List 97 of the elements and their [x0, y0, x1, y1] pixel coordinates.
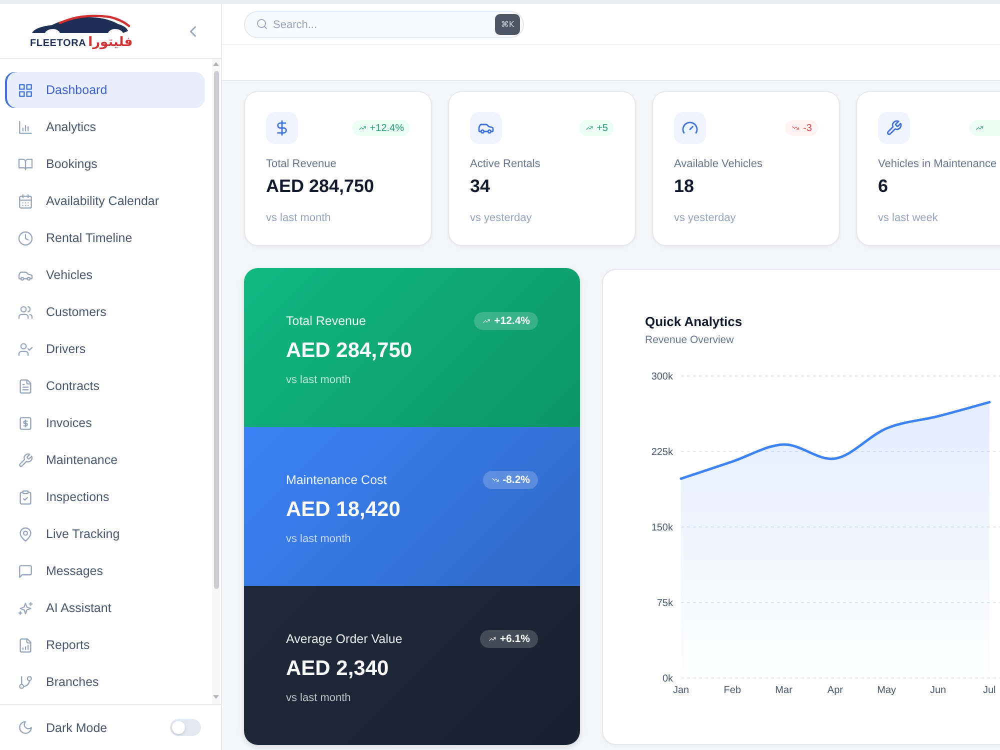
trend-down-icon — [791, 125, 800, 131]
trend-up-icon — [358, 125, 367, 131]
sidebar-item[interactable]: Branches — [5, 664, 205, 700]
sidebar-item[interactable]: Rental Timeline — [5, 220, 205, 256]
stat-label: Available Vehicles — [674, 157, 764, 171]
sidebar-item[interactable]: Dashboard — [5, 72, 205, 108]
calendar-icon — [19, 194, 32, 208]
gauge-icon — [674, 112, 706, 144]
sidebar-item[interactable]: Inspections — [5, 479, 205, 515]
report-icon — [19, 638, 32, 652]
dollar-document-icon — [19, 416, 32, 430]
trend-up-icon — [584, 125, 594, 131]
chart-subtitle: Revenue Overview — [645, 333, 735, 347]
highlight-note: vs last month — [286, 373, 352, 387]
y-axis-label: 225k — [651, 447, 673, 458]
trend-up-icon — [975, 125, 984, 131]
highlight-value: AED 2,340 — [286, 656, 390, 682]
sidebar-item[interactable]: Analytics — [5, 109, 205, 145]
logo-arabic-wordmark: فليتورا — [88, 35, 133, 50]
stat-label: Total Revenue — [266, 157, 338, 171]
highlight-value: AED 18,420 — [286, 497, 402, 523]
grid-icon — [19, 84, 32, 96]
users-icon — [19, 306, 32, 318]
highlight-label: Average Order Value — [286, 631, 402, 647]
car-icon — [470, 112, 502, 144]
stat-label: Vehicles in Maintenance — [878, 157, 998, 171]
stat-value: 18 — [674, 175, 696, 197]
x-axis-label: Jan — [672, 685, 690, 696]
highlight-label: Maintenance Cost — [286, 472, 387, 488]
trend-up-icon — [488, 636, 497, 642]
y-axis-label: 75k — [656, 598, 673, 609]
x-axis-label: Jun — [930, 685, 946, 696]
x-axis-label: Feb — [724, 685, 742, 696]
stat-value: 34 — [470, 175, 492, 197]
x-axis-label: Jul — [983, 685, 996, 696]
stat-value: AED 284,750 — [266, 175, 376, 197]
chart-title: Quick Analytics — [645, 314, 744, 330]
sidebar-item[interactable]: Contracts — [5, 368, 205, 404]
branch-icon — [19, 676, 32, 688]
stat-label: Active Rentals — [470, 157, 542, 171]
dollar-icon — [266, 112, 298, 144]
change-value: +5 — [596, 122, 608, 134]
stat-value: 6 — [878, 175, 890, 197]
dark-mode-toggle[interactable] — [170, 719, 201, 736]
highlight-note: vs last month — [286, 532, 352, 546]
scrollbar-thumb[interactable] — [214, 71, 218, 589]
stat-note: vs yesterday — [470, 211, 533, 225]
trend-down-icon — [490, 477, 500, 483]
sidebar-item[interactable]: AI Assistant — [5, 590, 205, 626]
sidebar-item[interactable]: Messages — [5, 553, 205, 589]
sidebar-item[interactable]: Invoices — [5, 405, 205, 441]
sidebar-item[interactable]: Availability Calendar — [5, 183, 205, 219]
bar-chart-icon — [19, 120, 32, 134]
y-axis-label: 0k — [662, 674, 673, 684]
sidebar-item[interactable]: Drivers — [5, 331, 205, 367]
x-axis-label: May — [877, 685, 896, 696]
stat-note: vs last week — [878, 211, 939, 225]
scroll-up-arrow-icon[interactable] — [213, 62, 219, 66]
x-axis-label: Apr — [827, 685, 843, 696]
moon-icon — [19, 721, 32, 734]
y-axis-label: 300k — [651, 372, 673, 382]
change-value: +6.1% — [500, 633, 530, 645]
scroll-down-arrow-icon[interactable] — [213, 695, 219, 699]
wrench-icon — [19, 454, 32, 466]
clock-icon — [19, 232, 32, 244]
sidebar-item[interactable]: Reports — [5, 627, 205, 663]
clipboard-check-icon — [19, 490, 32, 504]
car-icon — [19, 268, 32, 282]
change-value: +12.4% — [494, 315, 530, 327]
highlight-value: AED 284,750 — [286, 338, 414, 364]
book-icon — [19, 158, 32, 170]
chevron-left-icon[interactable] — [190, 26, 196, 36]
sidebar-item[interactable]: Bookings — [5, 146, 205, 182]
sidebar-item[interactable]: Maintenance — [5, 442, 205, 478]
wrench-icon — [878, 112, 910, 144]
map-pin-icon — [19, 528, 32, 540]
logo-wordmark: FLEETORA — [30, 38, 86, 50]
chat-bubble-icon — [19, 564, 32, 578]
user-check-icon — [19, 342, 32, 356]
change-value: -3 — [803, 122, 812, 134]
stat-note: vs last month — [266, 211, 332, 225]
sidebar-item[interactable]: Vehicles — [5, 257, 205, 293]
dark-mode-label: Dark Mode — [46, 720, 108, 734]
x-axis-label: Mar — [775, 685, 792, 696]
sparkles-icon — [19, 602, 32, 614]
sidebar-item[interactable]: Live Tracking — [5, 516, 205, 552]
shortcut-key: ⌘K — [495, 14, 520, 35]
change-value: -8.2% — [502, 474, 530, 486]
trend-up-icon — [482, 318, 492, 324]
y-axis-label: 150k — [651, 522, 673, 534]
stat-note: vs yesterday — [674, 211, 737, 225]
highlight-note: vs last month — [286, 691, 352, 705]
sidebar-item[interactable]: Customers — [5, 294, 205, 330]
document-icon — [19, 380, 32, 392]
search-icon — [257, 19, 267, 29]
change-value: +12.4% — [370, 122, 404, 134]
highlight-label: Total Revenue — [286, 313, 366, 329]
